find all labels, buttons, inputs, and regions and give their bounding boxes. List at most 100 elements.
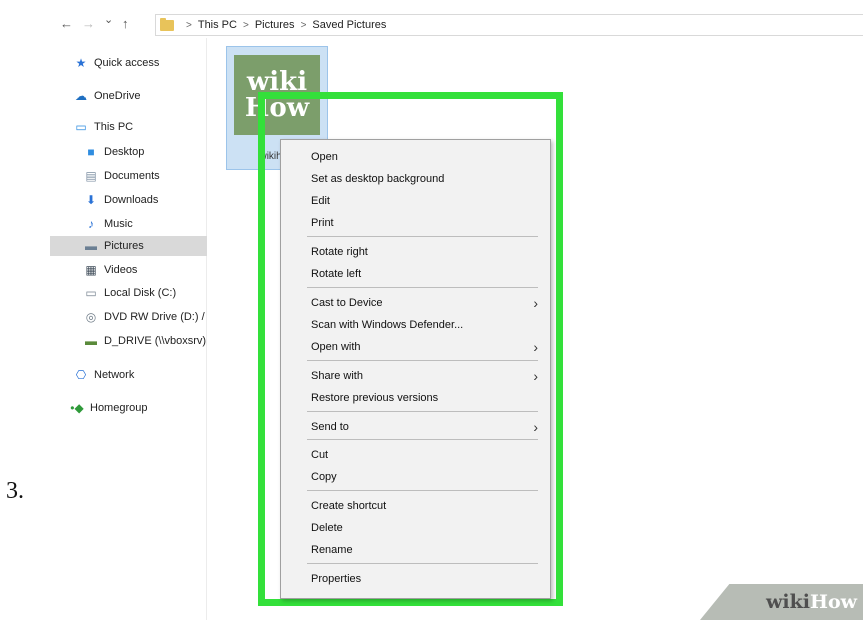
breadcrumb-pictures[interactable]: Pictures xyxy=(255,19,295,31)
sidebar-item-label: DVD RW Drive (D:) / xyxy=(104,311,205,323)
menu-item-cast-to-device[interactable]: Cast to Device › xyxy=(311,295,542,311)
network-icon: ⎔ xyxy=(75,368,87,382)
network-drive-icon: ▬ xyxy=(85,334,97,348)
menu-item-label: Cast to Device xyxy=(311,297,383,309)
menu-item-copy[interactable]: Copy xyxy=(311,469,542,485)
document-icon: ▤ xyxy=(85,169,97,183)
sidebar-item-music[interactable]: ♪ Music xyxy=(84,214,133,234)
sidebar-item-label: Desktop xyxy=(104,146,145,158)
menu-item-properties[interactable]: Properties xyxy=(311,571,542,587)
address-bar: ← → ⌄ ↑ > This PC > Pictures > Saved Pic… xyxy=(50,12,863,38)
breadcrumb-saved-pictures[interactable]: Saved Pictures xyxy=(312,19,386,31)
sidebar-item-desktop[interactable]: ■ Desktop xyxy=(84,142,144,162)
sidebar-item-label: Network xyxy=(94,369,135,381)
menu-item-label: Set as desktop background xyxy=(311,173,445,185)
submenu-chevron-icon: › xyxy=(533,339,538,355)
chevron-right-icon: > xyxy=(186,19,192,31)
download-icon: ⬇ xyxy=(85,193,97,207)
breadcrumb[interactable]: > This PC > Pictures > Saved Pictures xyxy=(155,14,863,36)
sidebar-item-local-disk-c[interactable]: ▭ Local Disk (C:) xyxy=(84,283,176,303)
menu-item-label: Restore previous versions xyxy=(311,392,439,404)
menu-item-label: Send to xyxy=(311,421,349,433)
homegroup-icon: •◆ xyxy=(70,401,84,415)
step-number: 3. xyxy=(6,478,24,504)
folder-icon xyxy=(160,17,174,31)
star-icon: ★ xyxy=(75,56,87,70)
sidebar-item-videos[interactable]: ▦ Videos xyxy=(84,260,137,280)
up-arrow-icon[interactable]: ↑ xyxy=(122,16,129,31)
sidebar-item-label: Videos xyxy=(104,264,138,276)
menu-item-scan-with-windows-defender[interactable]: Scan with Windows Defender... xyxy=(311,317,542,333)
menu-item-edit[interactable]: Edit xyxy=(311,193,542,209)
menu-separator xyxy=(307,287,538,288)
menu-item-set-as-desktop-background[interactable]: Set as desktop background xyxy=(311,171,542,187)
back-arrow-icon[interactable]: ← xyxy=(60,16,73,31)
sidebar-item-network[interactable]: ⎔ Network xyxy=(74,365,135,385)
menu-item-rename[interactable]: Rename xyxy=(311,542,542,558)
sidebar-item-label: Downloads xyxy=(104,194,159,206)
menu-item-label: Open xyxy=(311,151,338,163)
menu-item-rotate-left[interactable]: Rotate left xyxy=(311,266,542,282)
forward-arrow-icon[interactable]: → xyxy=(82,16,95,31)
sidebar-item-label: Music xyxy=(104,218,133,230)
menu-item-label: Copy xyxy=(311,471,337,483)
sidebar-item-dvd-rw-drive-d[interactable]: ◎ DVD RW Drive (D:) / xyxy=(84,307,205,327)
chevron-right-icon: > xyxy=(242,19,249,31)
menu-item-label: Properties xyxy=(311,573,362,585)
navigation-pane: ★ Quick access ☁ OneDrive ▭ This PC ■ Desktop ▤ D… xyxy=(50,38,207,620)
sidebar-item-label: OneDrive xyxy=(94,90,141,102)
menu-item-label: Delete xyxy=(311,522,343,534)
sidebar-item-d-drive-vboxsrv[interactable]: ▬ D_DRIVE (\\vboxsrv) xyxy=(84,331,206,351)
menu-item-open[interactable]: Open xyxy=(311,149,542,165)
sidebar-item-label: This PC xyxy=(94,121,134,133)
menu-separator xyxy=(307,236,538,237)
menu-item-restore-previous-versions[interactable]: Restore previous versions xyxy=(311,390,542,406)
disk-icon: ▭ xyxy=(85,286,97,300)
menu-item-open-with[interactable]: Open with › xyxy=(311,339,542,355)
menu-item-create-shortcut[interactable]: Create shortcut xyxy=(311,498,542,514)
sidebar-item-label: Local Disk (C:) xyxy=(104,287,177,299)
sidebar-item-label: D_DRIVE (\\vboxsrv) xyxy=(104,335,207,347)
menu-item-label: Create shortcut xyxy=(311,500,387,512)
recent-locations-chevron-icon[interactable]: ⌄ xyxy=(104,13,113,26)
menu-separator xyxy=(307,490,538,491)
video-icon: ▦ xyxy=(85,263,97,277)
sidebar-item-documents[interactable]: ▤ Documents xyxy=(84,166,160,186)
music-icon: ♪ xyxy=(88,217,94,231)
submenu-chevron-icon: › xyxy=(533,419,538,435)
breadcrumb-this-pc[interactable]: This PC xyxy=(198,19,237,31)
menu-item-print[interactable]: Print xyxy=(311,215,542,231)
menu-item-label: Open with xyxy=(311,341,361,353)
sidebar-item-this-pc[interactable]: ▭ This PC xyxy=(74,117,133,137)
desktop-icon: ■ xyxy=(87,145,95,159)
dvd-icon: ◎ xyxy=(85,310,97,324)
chevron-right-icon: > xyxy=(300,19,307,31)
menu-item-label: Share with xyxy=(311,370,363,382)
cloud-icon: ☁ xyxy=(75,89,87,103)
sidebar-item-downloads[interactable]: ⬇ Downloads xyxy=(84,190,158,210)
sidebar-item-label: Quick access xyxy=(94,57,160,69)
menu-item-label: Scan with Windows Defender... xyxy=(311,319,464,331)
sidebar-item-onedrive[interactable]: ☁ OneDrive xyxy=(74,86,140,106)
menu-separator xyxy=(307,360,538,361)
menu-separator xyxy=(307,563,538,564)
menu-item-label: Rotate left xyxy=(311,268,362,280)
menu-item-label: Edit xyxy=(311,195,330,207)
menu-item-share-with[interactable]: Share with › xyxy=(311,368,542,384)
pictures-icon: ▬ xyxy=(85,239,97,253)
menu-item-delete[interactable]: Delete xyxy=(311,520,542,536)
sidebar-item-pictures[interactable]: ▬ Pictures xyxy=(50,236,207,256)
watermark-text-how: How xyxy=(810,591,857,613)
menu-item-rotate-right[interactable]: Rotate right xyxy=(311,244,542,260)
menu-item-label: Cut xyxy=(311,449,329,461)
sidebar-item-quick-access[interactable]: ★ Quick access xyxy=(74,53,160,73)
sidebar-item-label: Documents xyxy=(104,170,160,182)
menu-item-send-to[interactable]: Send to › xyxy=(311,419,542,435)
menu-item-cut[interactable]: Cut xyxy=(311,447,542,463)
sidebar-item-homegroup[interactable]: •◆ Homegroup xyxy=(70,398,147,418)
computer-icon: ▭ xyxy=(75,120,87,134)
sidebar-item-label: Pictures xyxy=(104,240,144,252)
sidebar-item-label: Homegroup xyxy=(90,402,148,414)
menu-item-label: Print xyxy=(311,217,334,229)
submenu-chevron-icon: › xyxy=(533,368,538,384)
